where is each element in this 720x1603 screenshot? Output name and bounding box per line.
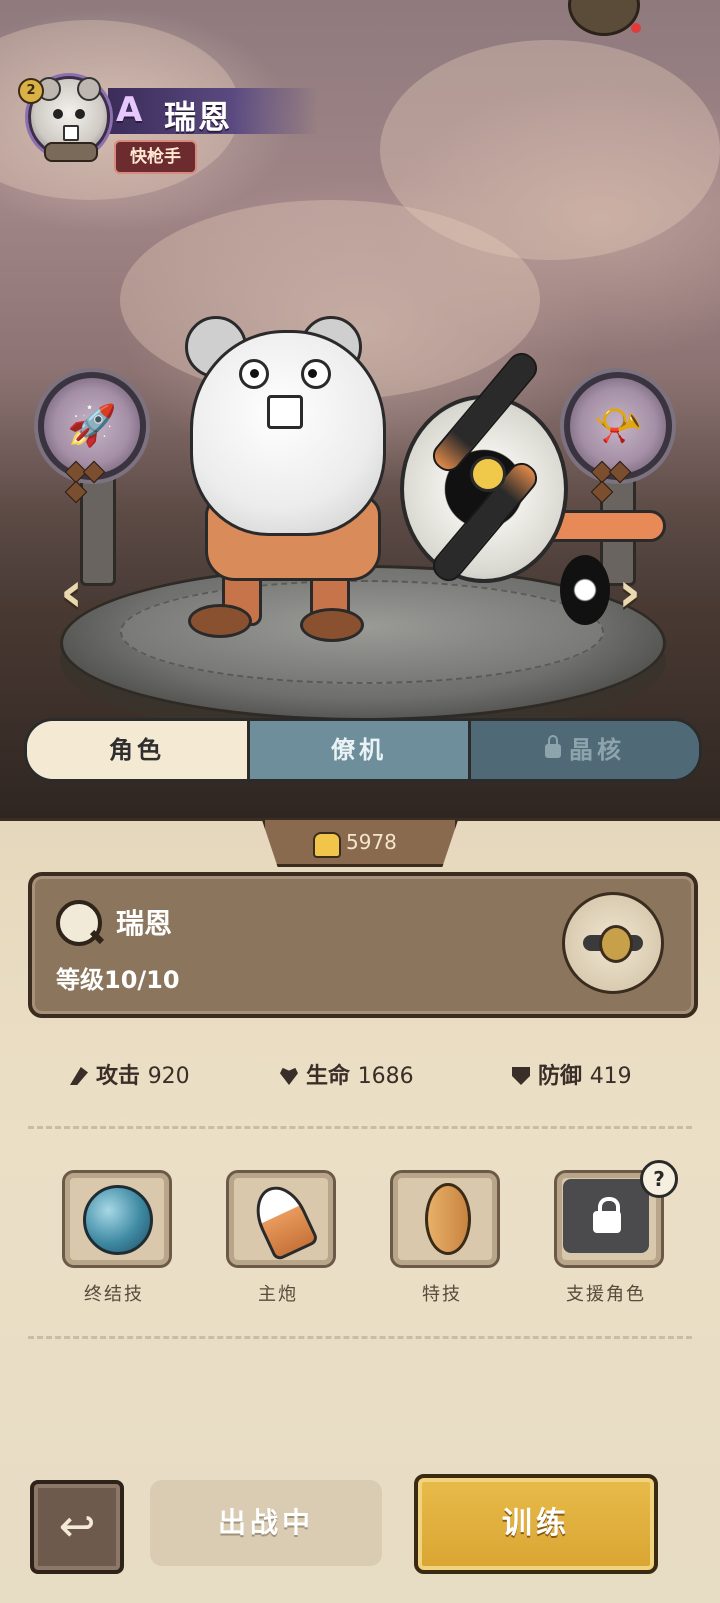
avatar-eye: [53, 109, 63, 119]
fist-icon: [313, 832, 341, 858]
skill-label: 特技: [422, 1284, 462, 1305]
star-rating: [64, 460, 116, 504]
back-arrow-icon: ↩: [58, 1501, 96, 1552]
hamster-character[interactable]: [190, 330, 386, 536]
stat-value: 920: [147, 1064, 190, 1089]
skill-label: 支援角色: [566, 1284, 646, 1305]
rocket-icon: 🚀: [67, 403, 117, 449]
skill-support-character[interactable]: 支援角色: [554, 1170, 664, 1306]
stat-health: 生命 1686: [280, 1058, 414, 1090]
hero-badge: 2 A 瑞恩 快枪手: [18, 74, 324, 174]
hamster-pupil: [308, 369, 317, 378]
card-hero-level: 等级10/10: [56, 966, 180, 994]
card-hero-name: 瑞恩: [116, 907, 173, 940]
next-hero-arrow[interactable]: ›: [618, 560, 641, 625]
stat-value: 419: [589, 1064, 632, 1089]
magnifier-icon[interactable]: [56, 900, 102, 946]
wing-rank-button[interactable]: [562, 892, 664, 994]
skill-slot: [390, 1170, 500, 1268]
wing-emblem-icon: [44, 142, 98, 162]
back-button[interactable]: ↩: [30, 1480, 124, 1574]
stat-defense: 防御 419: [512, 1058, 632, 1090]
notification-dot: [631, 23, 641, 33]
left-equipment-porthole[interactable]: 🚀: [38, 372, 146, 504]
hero-showcase-scene: 🚀 📯 ‹ › 2 A 瑞恩 快枪手 角色 僚机 晶核: [0, 0, 720, 830]
tab-wingman[interactable]: 僚机: [250, 721, 471, 779]
deployed-status-button[interactable]: 出战中: [150, 1480, 382, 1566]
currency-value: 5978: [346, 830, 397, 854]
shield-icon: [512, 1067, 530, 1085]
hero-rank: A: [116, 90, 143, 130]
horn-icon: 📯: [593, 403, 643, 449]
help-icon[interactable]: ?: [640, 1160, 678, 1198]
propeller-hub: [470, 456, 506, 492]
hamster-eye: [239, 359, 269, 389]
skill-label: 主炮: [258, 1284, 298, 1305]
lock-icon: [563, 1179, 649, 1253]
skill-ultimate[interactable]: 终结技: [62, 1170, 172, 1306]
hero-name: 瑞恩: [164, 98, 233, 136]
hero-class-tag: 快枪手: [114, 140, 197, 174]
star-rating: [590, 460, 642, 504]
hamster-pupil: [250, 369, 259, 378]
avatar-eye: [75, 109, 85, 119]
seed-icon: [425, 1183, 471, 1255]
avatar-level-badge: 2: [18, 78, 44, 104]
plane-wheel: [560, 555, 610, 625]
hamster-shoe: [188, 604, 252, 638]
hamster-eye: [301, 359, 331, 389]
emblem-icon: [599, 925, 633, 963]
lock-icon: [545, 735, 561, 758]
tab-character[interactable]: 角色: [27, 721, 250, 779]
heart-icon: [280, 1067, 298, 1085]
tab-crystal-core[interactable]: 晶核: [471, 721, 699, 779]
avatar-ear: [77, 77, 101, 101]
stat-label: 防御: [538, 1064, 583, 1089]
lock-body: [593, 1211, 621, 1233]
tab-label: 晶核: [569, 736, 625, 764]
tab-label: 僚机: [331, 736, 387, 764]
divider: [28, 1336, 692, 1339]
top-menu-button[interactable]: [568, 0, 641, 36]
divider: [28, 1126, 692, 1129]
train-button[interactable]: 训练: [414, 1474, 658, 1574]
display-platform-inner: [120, 580, 604, 684]
right-equipment-porthole[interactable]: 📯: [564, 372, 672, 504]
stat-value: 1686: [357, 1064, 414, 1089]
skill-main-cannon[interactable]: 主炮: [226, 1170, 336, 1306]
hamster-shoe: [300, 608, 364, 642]
hamster-teeth: [267, 395, 303, 429]
attack-icon: [70, 1067, 88, 1085]
prev-hero-arrow[interactable]: ‹: [60, 560, 83, 625]
skill-label: 终结技: [84, 1284, 144, 1305]
shell-icon: [246, 1178, 320, 1262]
orb-icon: [83, 1185, 153, 1255]
skill-slot: [62, 1170, 172, 1268]
tab-bar: 角色 僚机 晶核: [24, 718, 702, 782]
stat-label: 攻击: [96, 1064, 141, 1089]
tab-label: 角色: [109, 736, 165, 764]
skill-slot: [226, 1170, 336, 1268]
stat-attack: 攻击 920: [70, 1058, 190, 1090]
avatar-teeth: [63, 125, 79, 141]
stat-label: 生命: [306, 1064, 351, 1089]
skill-special[interactable]: 特技: [390, 1170, 500, 1306]
